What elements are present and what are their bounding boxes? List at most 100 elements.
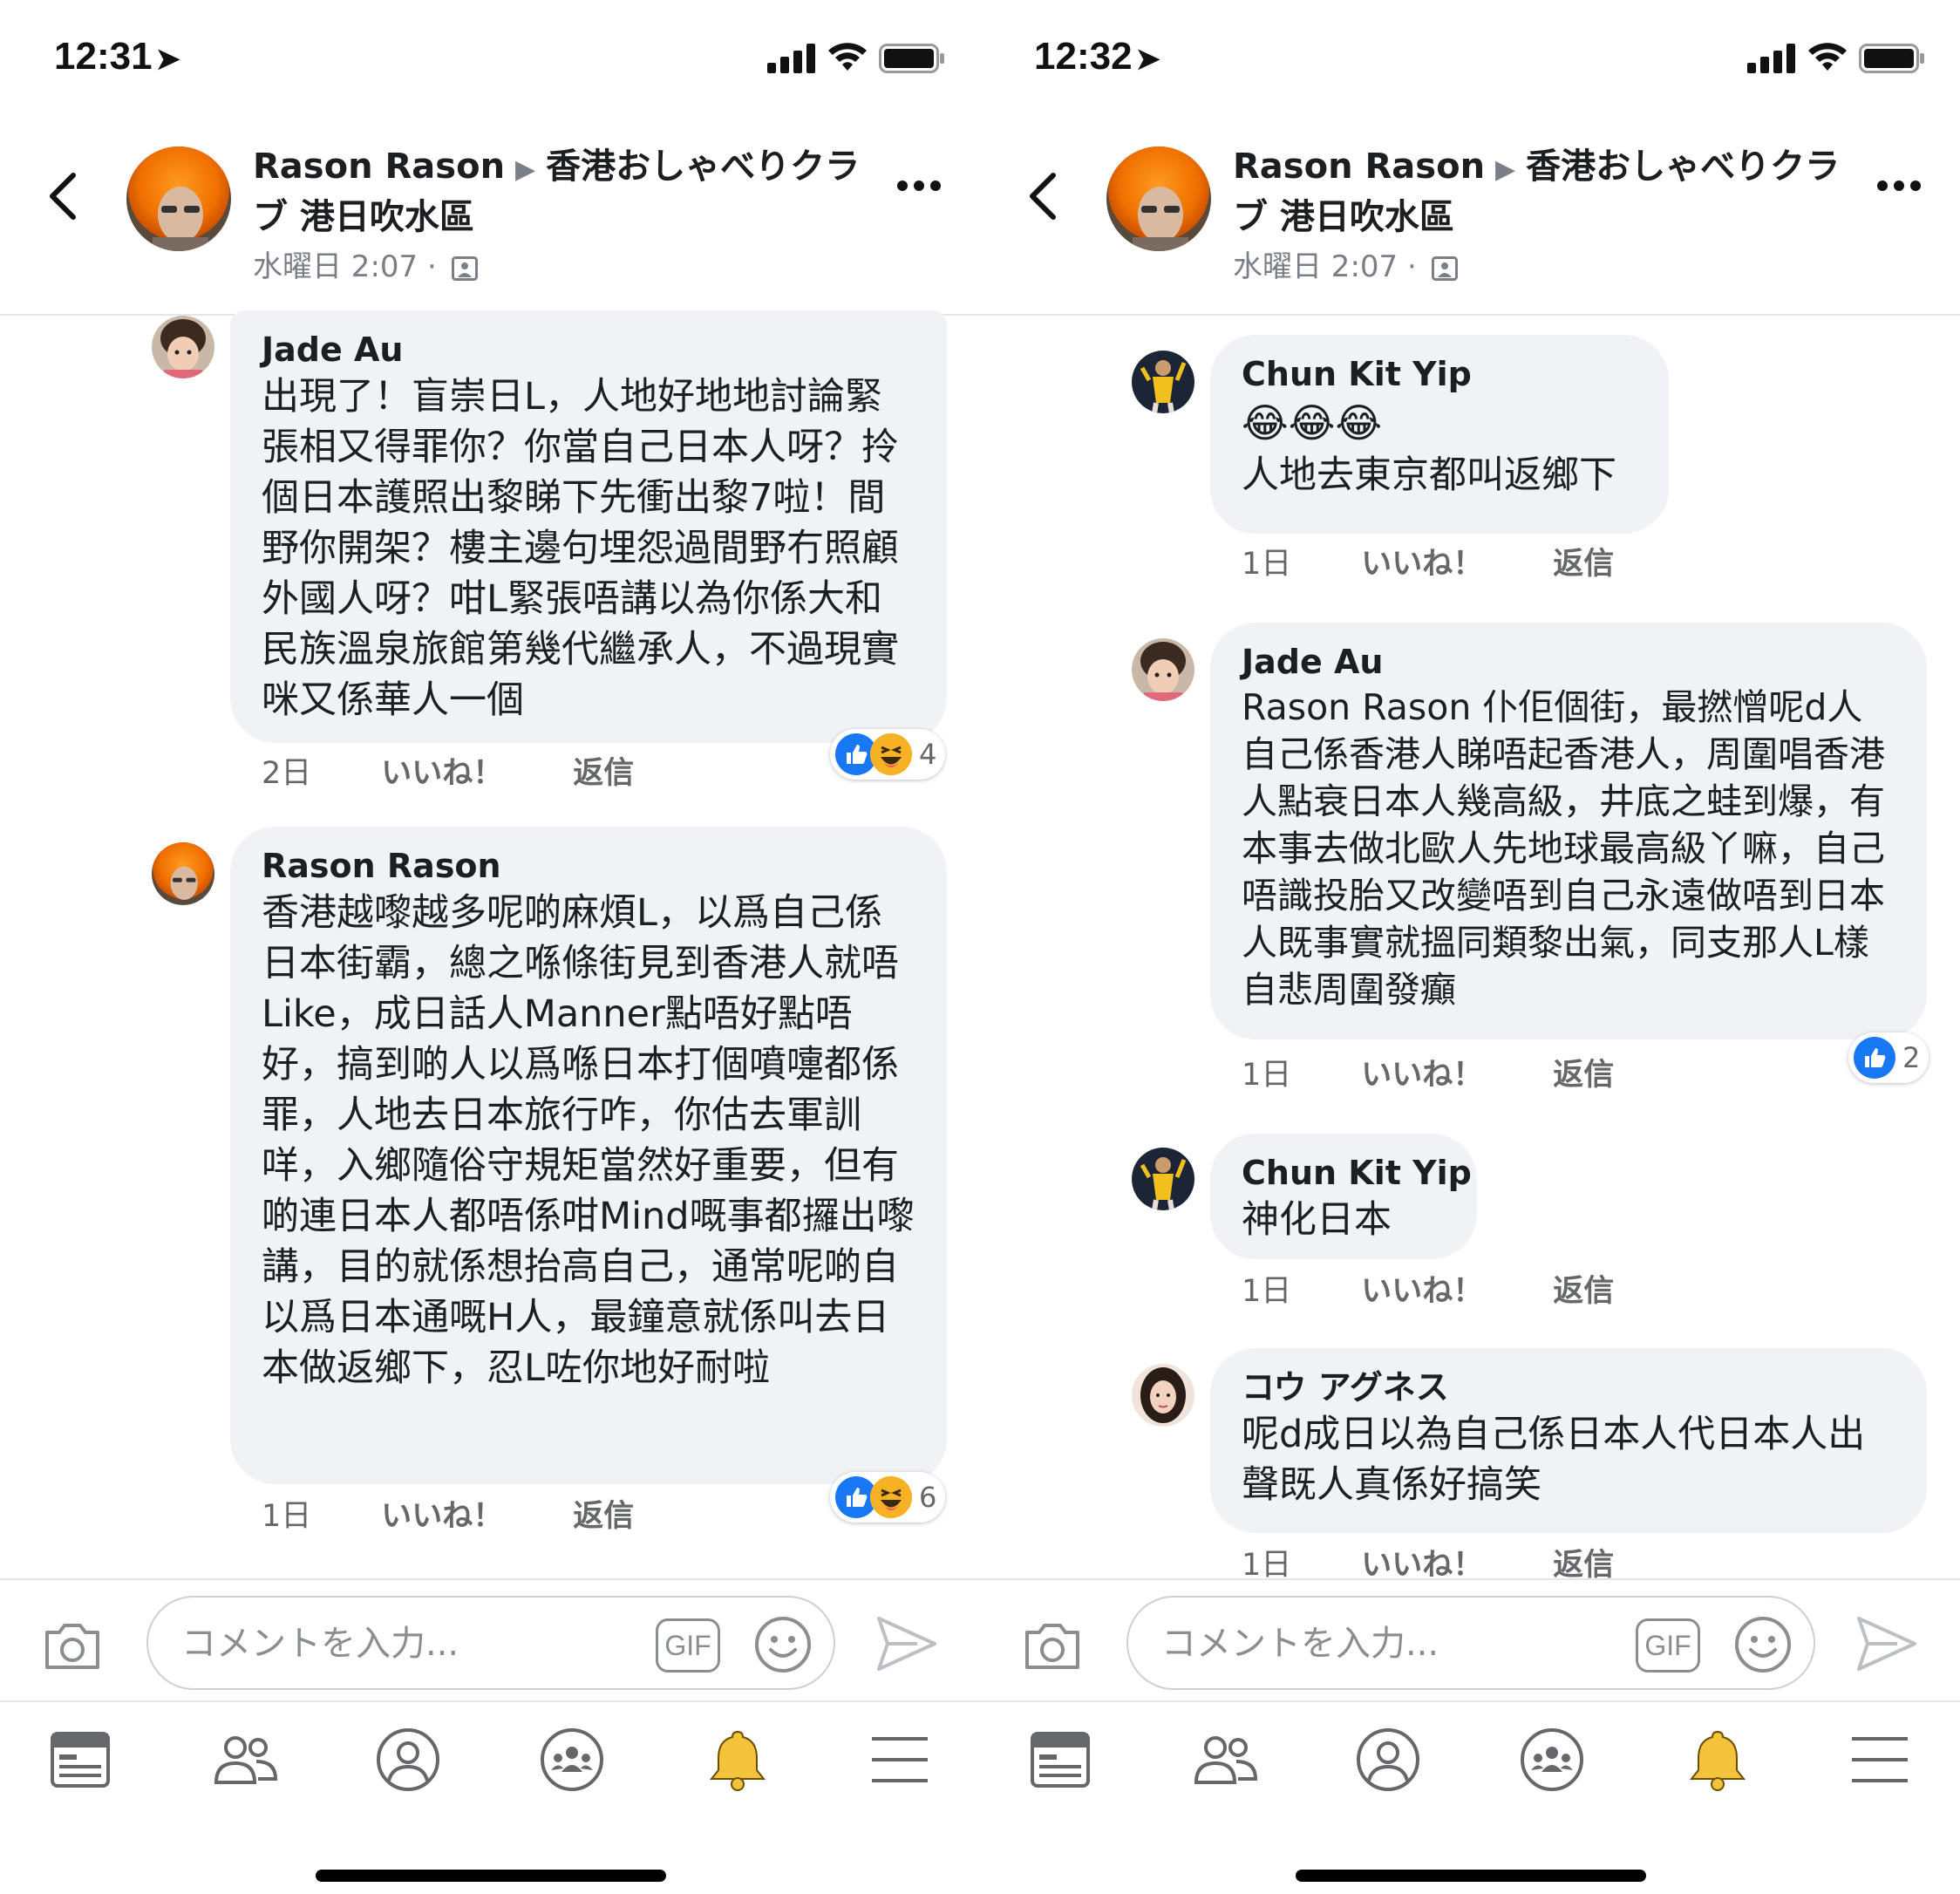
- author-avatar[interactable]: [1106, 146, 1211, 251]
- comment-bubble[interactable]: Jade Au 出現了！盲崇日L，人地好地地討論緊張相又得罪你？你當自己日本人呀…: [230, 310, 947, 743]
- comment-author[interactable]: Chun Kit Yip: [1242, 1151, 1472, 1195]
- post-header-title: Rason Rason ▶ 香港おしゃべりクラブ 港日吹水區: [1233, 143, 1843, 241]
- back-arrow-icon[interactable]: [45, 170, 80, 222]
- comment-input[interactable]: [180, 1617, 636, 1671]
- comment-time: 2日: [262, 756, 312, 791]
- commenter-avatar[interactable]: [152, 842, 214, 905]
- reaction-count: 4: [919, 738, 937, 771]
- comment-bubble[interactable]: Jade Au Rason Rason 仆佢個街，最撚憎呢d人自己係香港人睇唔起…: [1210, 623, 1927, 1039]
- wifi-icon: [828, 43, 867, 71]
- comment-bubble[interactable]: Chun Kit Yip 😂😂😂 人地去東京都叫返鄉下: [1210, 335, 1669, 534]
- emoji-picker-icon[interactable]: [1733, 1615, 1793, 1674]
- comment-bubble[interactable]: Rason Rason 香港越嚟越多呢啲麻煩L，以爲自己係日本街霸，總之喺條街見…: [230, 827, 947, 1484]
- comment-time: 1日: [262, 1499, 312, 1534]
- home-indicator: [1296, 1870, 1646, 1882]
- comment-author[interactable]: Jade Au: [262, 328, 915, 371]
- notifications-bell-icon[interactable]: [704, 1727, 771, 1793]
- right-screen: 12:32 ➤ Rason Rason ▶ 香港おしゃべりクラブ 港日吹水區 水曜日 …: [980, 0, 1960, 1894]
- profile-icon[interactable]: [375, 1727, 441, 1793]
- post-timestamp[interactable]: 水曜日 2:07: [1233, 249, 1398, 284]
- reaction-summary[interactable]: 4: [830, 729, 946, 780]
- post-header-title: Rason Rason ▶ 香港おしゃべりクラブ 港日吹水區: [253, 143, 863, 241]
- comment-actions: 1日 いいね！ 返信: [1242, 539, 1614, 583]
- comment-bubble[interactable]: コウ アグネス 呢d成日以為自己係日本人代日本人出聲既人真係好搞笑: [1210, 1348, 1927, 1533]
- friends-icon[interactable]: [213, 1727, 279, 1793]
- battery-icon: [1859, 44, 1924, 73]
- post-author-name[interactable]: Rason Rason: [253, 146, 505, 187]
- cellular-signal-icon: [767, 44, 815, 73]
- like-button[interactable]: いいね！: [1361, 539, 1483, 583]
- menu-icon[interactable]: [867, 1727, 933, 1793]
- header-divider: [980, 314, 1960, 316]
- comment-text: Rason Rason 仆佢個街，最撚憎呢d人自己係香港人睇唔起香港人，周圍唱香…: [1242, 686, 1885, 1011]
- camera-icon[interactable]: [42, 1620, 103, 1673]
- reply-button[interactable]: 返信: [1553, 1050, 1614, 1094]
- comment-author[interactable]: Chun Kit Yip: [1242, 352, 1637, 396]
- commenter-avatar[interactable]: [1132, 1364, 1194, 1427]
- reply-button[interactable]: 返信: [573, 748, 634, 793]
- nav-divider: [0, 1700, 980, 1702]
- home-indicator: [316, 1870, 666, 1882]
- comment-author[interactable]: Jade Au: [1242, 640, 1895, 684]
- reply-button[interactable]: 返信: [573, 1491, 634, 1536]
- gif-button[interactable]: GIF: [1636, 1618, 1700, 1673]
- comment-text: 香港越嚟越多呢啲麻煩L，以爲自己係日本街霸，總之喺條街見到香港人就唔Like，成…: [262, 891, 915, 1390]
- like-button[interactable]: いいね！: [381, 1491, 503, 1536]
- more-options-icon[interactable]: [1876, 179, 1922, 193]
- profile-icon[interactable]: [1355, 1727, 1421, 1793]
- comment-author[interactable]: Rason Rason: [262, 844, 915, 888]
- notifications-bell-icon[interactable]: [1684, 1727, 1751, 1793]
- shared-to-arrow-icon: ▶: [515, 154, 536, 185]
- status-time: 12:32 ➤: [1034, 35, 1161, 78]
- like-button[interactable]: いいね！: [1361, 1050, 1483, 1094]
- like-reaction-icon: [1854, 1037, 1895, 1079]
- comment-composer[interactable]: GIF: [1126, 1596, 1815, 1690]
- comment-actions: 1日 いいね！ 返信: [1242, 1050, 1614, 1094]
- news-feed-icon[interactable]: [1027, 1727, 1093, 1793]
- author-avatar[interactable]: [126, 146, 231, 251]
- commenter-avatar[interactable]: [1132, 638, 1194, 701]
- reaction-summary[interactable]: 2: [1848, 1032, 1929, 1083]
- post-meta: 水曜日 2:07 ·: [253, 242, 478, 285]
- comment-bubble[interactable]: Chun Kit Yip 神化日本: [1210, 1134, 1477, 1259]
- groups-icon[interactable]: [1519, 1727, 1585, 1793]
- reaction-count: 2: [1902, 1041, 1921, 1074]
- left-screen: 12:31 ➤ Rason Rason ▶ 香港おしゃべりクラブ 港日吹水區 水曜日 …: [0, 0, 980, 1894]
- comment-text: 出現了！盲崇日L，人地好地地討論緊張相又得罪你？你當自己日本人呀？拎個日本護照出…: [262, 375, 899, 722]
- friends-icon[interactable]: [1193, 1727, 1259, 1793]
- comment-emoji: 😂😂😂: [1242, 399, 1383, 446]
- news-feed-icon[interactable]: [47, 1727, 113, 1793]
- haha-reaction-icon: [870, 1476, 912, 1518]
- cellular-signal-icon: [1747, 44, 1795, 73]
- haha-reaction-icon: [870, 733, 912, 775]
- send-icon[interactable]: [1854, 1613, 1920, 1674]
- like-button[interactable]: いいね！: [1361, 1266, 1483, 1311]
- commenter-avatar[interactable]: [152, 316, 214, 378]
- more-options-icon[interactable]: [896, 179, 942, 193]
- comment-time: 1日: [1242, 547, 1292, 582]
- groups-icon[interactable]: [539, 1727, 605, 1793]
- camera-icon[interactable]: [1022, 1620, 1083, 1673]
- group-audience-icon: [1431, 255, 1458, 281]
- reply-button[interactable]: 返信: [1553, 1266, 1614, 1311]
- comment-actions: 1日 いいね！ 返信: [1242, 1266, 1614, 1311]
- reply-button[interactable]: 返信: [1553, 539, 1614, 583]
- reaction-summary[interactable]: 6: [830, 1472, 946, 1523]
- comment-composer[interactable]: GIF: [146, 1596, 835, 1690]
- commenter-avatar[interactable]: [1132, 351, 1194, 413]
- nav-divider: [980, 1700, 1960, 1702]
- menu-icon[interactable]: [1847, 1727, 1913, 1793]
- send-icon[interactable]: [874, 1613, 940, 1674]
- comment-actions: 2日 いいね！ 返信: [262, 748, 634, 793]
- comment-input[interactable]: [1160, 1617, 1616, 1671]
- gif-button[interactable]: GIF: [656, 1618, 720, 1673]
- comment-author[interactable]: コウ アグネス: [1242, 1366, 1895, 1409]
- group-audience-icon: [451, 255, 478, 281]
- post-author-name[interactable]: Rason Rason: [1233, 146, 1485, 187]
- like-button[interactable]: いいね！: [381, 748, 503, 793]
- back-arrow-icon[interactable]: [1025, 170, 1060, 222]
- commenter-avatar[interactable]: [1132, 1148, 1194, 1210]
- composer-divider: [980, 1578, 1960, 1580]
- emoji-picker-icon[interactable]: [753, 1615, 813, 1674]
- post-timestamp[interactable]: 水曜日 2:07: [253, 249, 418, 284]
